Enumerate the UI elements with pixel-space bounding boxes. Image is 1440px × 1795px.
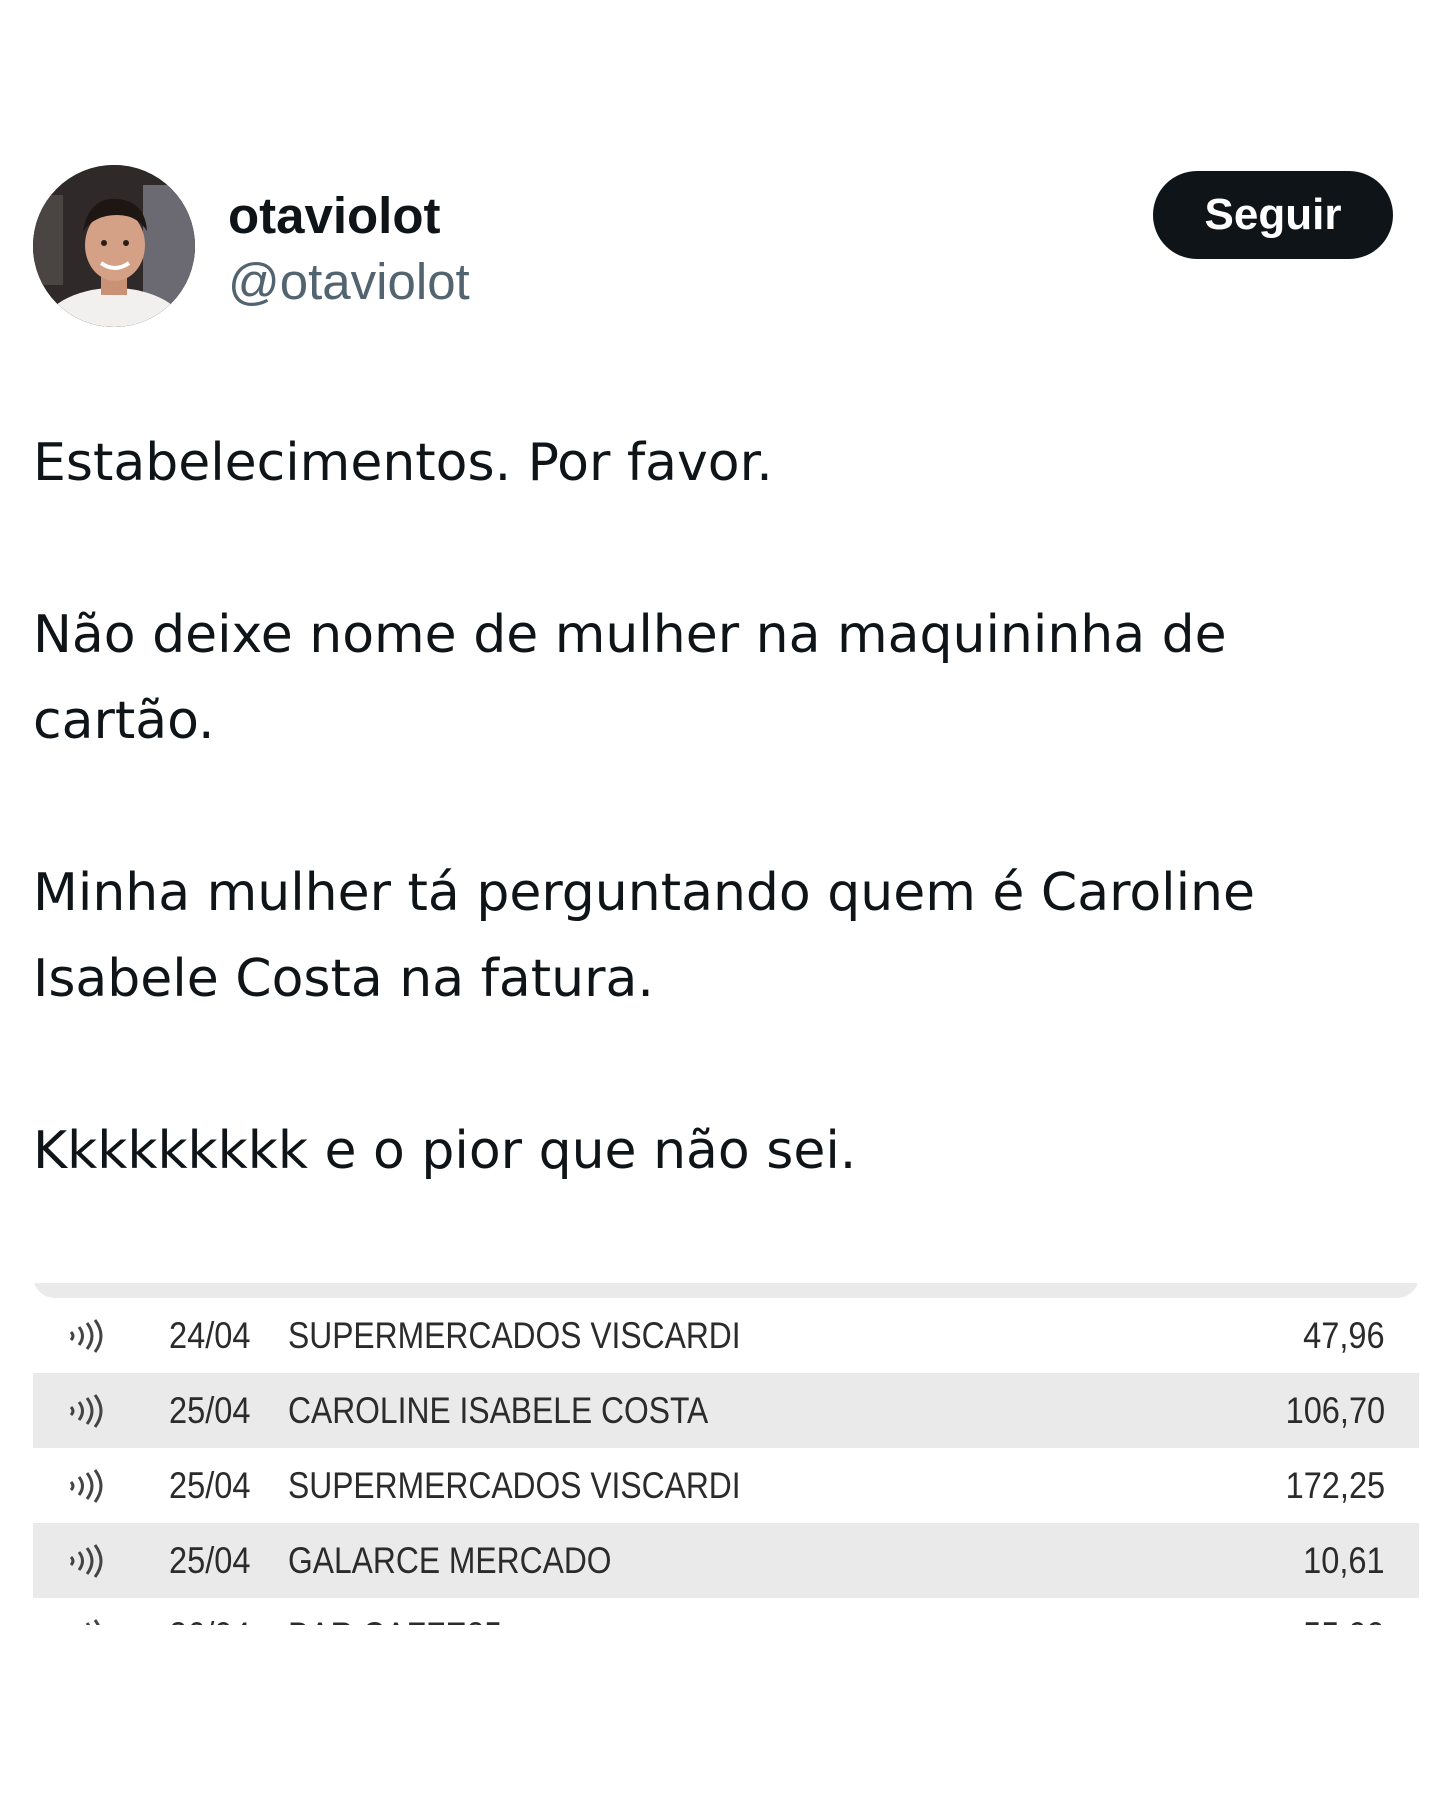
card-statement-image: 25/04 BAR CAFFE25 38,00 24/04 SUPERMERCA… (33, 1265, 1419, 1645)
display-name[interactable]: otaviolot (228, 185, 470, 247)
contactless-payment-icon (69, 1319, 103, 1353)
statement-date: 25/04 (169, 1390, 251, 1431)
statement-amount: 172,25 (1285, 1465, 1385, 1506)
user-handle[interactable]: @otaviolot (228, 251, 470, 313)
avatar[interactable] (33, 165, 195, 327)
statement-merchant: CAROLINE ISABELE COSTA (288, 1390, 709, 1431)
statement-row: 25/04 GALARCE MERCADO 10,61 (33, 1523, 1419, 1598)
author-names: otaviolot @otaviolot (228, 185, 470, 313)
statement-date: 25/04 (169, 1540, 251, 1581)
contactless-payment-icon (69, 1394, 103, 1428)
tweet-text: Estabelecimentos. Por favor. Não deixe n… (33, 420, 1403, 1280)
tweet-paragraph: Estabelecimentos. Por favor. (33, 433, 773, 493)
statement-date: 25/04 (169, 1465, 251, 1506)
statement-merchant: SUPERMERCADOS VISCARDI (288, 1315, 741, 1356)
statement-row: 25/04 SUPERMERCADOS VISCARDI 172,25 (33, 1448, 1419, 1523)
statement-amount: 10,61 (1303, 1540, 1385, 1581)
statement-date: 24/04 (169, 1315, 251, 1356)
tweet-header: otaviolot @otaviolot Seguir (33, 165, 1393, 330)
statement-merchant: SUPERMERCADOS VISCARDI (288, 1465, 741, 1506)
statement-amount: 106,70 (1285, 1390, 1385, 1431)
follow-button[interactable]: Seguir (1153, 171, 1393, 259)
tweet-paragraph: Não deixe nome de mulher na maquininha d… (33, 605, 1227, 751)
tweet-paragraph: Minha mulher tá perguntando quem é Carol… (33, 863, 1255, 1009)
contactless-payment-icon (69, 1544, 103, 1578)
statement-merchant: GALARCE MERCADO (288, 1540, 612, 1581)
contactless-payment-icon (69, 1469, 103, 1503)
profile-photo-icon (33, 165, 195, 327)
statement-row: 25/04 CAROLINE ISABELE COSTA 106,70 (33, 1373, 1419, 1448)
crop-edge (33, 1265, 1419, 1283)
statement-amount: 47,96 (1303, 1315, 1385, 1356)
tweet-paragraph: Kkkkkkkkk e o pior que não sei. (33, 1121, 857, 1181)
statement-row: 24/04 SUPERMERCADOS VISCARDI 47,96 (33, 1298, 1419, 1373)
crop-edge (33, 1625, 1419, 1645)
